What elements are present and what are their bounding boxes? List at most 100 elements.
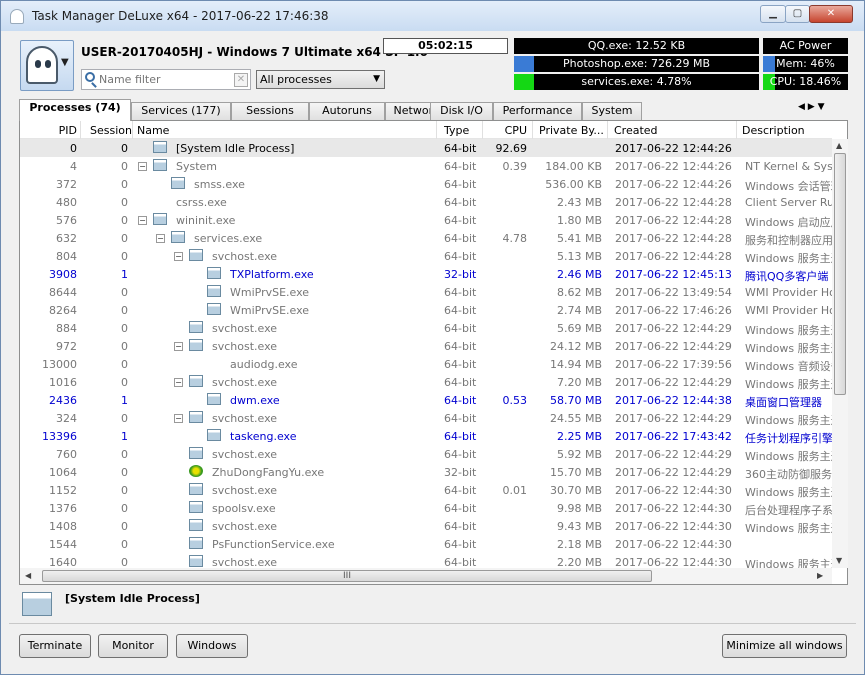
col-name[interactable]: Name (137, 124, 437, 137)
collapse-toggle[interactable]: − (174, 252, 183, 261)
meter-memory[interactable]: Mem: 46% (763, 56, 848, 72)
window-process-icon (189, 411, 203, 423)
name-filter-input[interactable] (99, 70, 234, 88)
maximize-button[interactable]: ▢ (785, 5, 810, 23)
pid-cell: 1376 (49, 502, 77, 515)
clear-filter-button[interactable]: ✕ (234, 73, 248, 87)
pid-cell: 1064 (49, 466, 77, 479)
ghost-menu-button[interactable]: ▼ (20, 40, 74, 91)
private-bytes-cell: 9.98 MB (556, 502, 602, 515)
cpu-cell: 4.78 (502, 232, 528, 245)
minimize-button[interactable]: ▁ (760, 5, 786, 23)
pid-cell: 1640 (49, 556, 77, 568)
scroll-up-icon[interactable]: ▲ (836, 141, 842, 150)
collapse-toggle[interactable]: − (174, 414, 183, 423)
process-row[interactable]: 632 0− services.exe 64-bit 4.78 5.41 MB 2017-0… (20, 229, 832, 247)
tab-disk-io[interactable]: Disk I/O (430, 102, 493, 120)
process-row[interactable]: 1376 0 spoolsv.exe 64-bit 9.98 MB 2017-06-22 … (20, 499, 832, 517)
collapse-toggle[interactable]: − (138, 162, 147, 171)
process-row[interactable]: 760 0 svchost.exe 64-bit 5.92 MB 2017-06-22 1… (20, 445, 832, 463)
collapse-toggle[interactable]: − (174, 342, 183, 351)
process-row[interactable]: 13000 0 audiodg.exe 64-bit 14.94 MB 2017-06-2… (20, 355, 832, 373)
col-created[interactable]: Created (614, 124, 724, 137)
scroll-left-icon[interactable]: ◀ (25, 571, 31, 580)
created-cell: 2017-06-22 12:44:29 (615, 340, 732, 353)
pid-cell: 480 (56, 196, 77, 209)
process-scope-select[interactable]: All processes ▼ (256, 70, 385, 89)
minimize-all-windows-button[interactable]: Minimize all windows (722, 634, 847, 658)
meter-cpu[interactable]: CPU: 18.46% (763, 74, 848, 90)
meter-ac-label: AC Power (779, 39, 832, 52)
horizontal-scroll-thumb[interactable]: III (42, 570, 652, 582)
pid-cell: 884 (56, 322, 77, 335)
vertical-scroll-thumb[interactable] (834, 153, 846, 395)
process-row[interactable]: 1408 0 svchost.exe 64-bit 9.43 MB 2017-06-22 … (20, 517, 832, 535)
created-cell: 2017-06-22 12:44:26 (615, 160, 732, 173)
meter-mem-fill (763, 56, 775, 72)
meter-photoshop[interactable]: Photoshop.exe: 726.29 MB (514, 56, 759, 72)
process-row[interactable]: 1064 0 ZhuDongFangYu.exe 32-bit 15.70 MB 2017… (20, 463, 832, 481)
collapse-toggle[interactable]: − (138, 216, 147, 225)
type-cell: 64-bit (444, 538, 477, 551)
tab-scroll-arrows[interactable]: ◀ ▶ ▼ (798, 102, 825, 112)
tab-system[interactable]: System (582, 102, 642, 120)
process-row[interactable]: 1152 0 svchost.exe 64-bit 0.01 30.70 MB 2017-0… (20, 481, 832, 499)
col-cpu[interactable]: CPU (482, 124, 527, 137)
private-bytes-cell: 14.94 MB (549, 358, 602, 371)
selected-process-name: [System Idle Process] (65, 592, 200, 605)
process-row[interactable]: 1016 0 − svchost.exe 64-bit 7.20 MB 2017-06-22… (20, 373, 832, 391)
private-bytes-cell: 30.70 MB (549, 484, 602, 497)
process-row[interactable]: 372 0 smss.exe 64-bit 536.00 KB 2017-06-22 12… (20, 175, 832, 193)
process-row[interactable]: 8264 0 WmiPrvSE.exe 64-bit 2.74 MB 2017-06-22… (20, 301, 832, 319)
created-cell: 2017-06-22 17:39:56 (615, 358, 732, 371)
created-cell: 2017-06-22 12:44:29 (615, 322, 732, 335)
collapse-toggle[interactable]: − (174, 378, 183, 387)
col-pid[interactable]: PID (20, 124, 77, 137)
title-bar[interactable]: Task Manager DeLuxe x64 - 2017-06-22 17:… (1, 1, 864, 31)
process-name-cell: taskeng.exe (230, 430, 297, 443)
tab-sessions[interactable]: Sessions (231, 102, 309, 120)
terminate-button[interactable]: Terminate (19, 634, 91, 658)
process-row[interactable]: 2436 1 dwm.exe 64-bit 0.53 58.70 MB 2017-06-22… (20, 391, 832, 409)
cpu-cell: 0.39 (502, 160, 528, 173)
ghost-icon (26, 46, 58, 84)
meter-services[interactable]: services.exe: 4.78% (514, 74, 759, 90)
tab-autoruns[interactable]: Autoruns (309, 102, 385, 120)
horizontal-scrollbar[interactable]: ◀ III ▶ (20, 568, 832, 584)
process-row[interactable]: 972 0 − svchost.exe 64-bit 24.12 MB 2017-06-22… (20, 337, 832, 355)
close-button[interactable]: ✕ (809, 5, 853, 23)
collapse-toggle[interactable]: − (156, 234, 165, 243)
process-row[interactable]: 1640 0 svchost.exe 64-bit 2.20 MB 2017-06-22 … (20, 553, 832, 568)
process-row[interactable]: 480 0 csrss.exe 64-bit 2.43 MB 2017-06-22 12:… (20, 193, 832, 211)
process-row[interactable]: 8644 0 WmiPrvSE.exe 64-bit 8.62 MB 2017-06-22… (20, 283, 832, 301)
col-session[interactable]: Session (90, 124, 135, 137)
created-cell: 2017-06-22 12:44:29 (615, 376, 732, 389)
meter-photoshop-fill (514, 56, 534, 72)
scroll-right-icon[interactable]: ▶ (817, 571, 823, 580)
created-cell: 2017-06-22 12:44:30 (615, 484, 732, 497)
meter-services-fill (514, 74, 534, 90)
process-row[interactable]: 804 0 − svchost.exe 64-bit 5.13 MB 2017-06-22 … (20, 247, 832, 265)
meter-ac-power[interactable]: AC Power (763, 38, 848, 54)
session-cell: 0 (121, 502, 128, 515)
process-grid[interactable]: PID Session Name Type CPU Private By... … (19, 120, 848, 585)
col-description[interactable]: Description (742, 124, 832, 137)
meter-qq[interactable]: QQ.exe: 12.52 KB (514, 38, 759, 54)
process-row[interactable]: 324 0 − svchost.exe 64-bit 24.55 MB 2017-06-22… (20, 409, 832, 427)
process-row[interactable]: 4 0− System 64-bit 0.39 184.00 KB 2017-06-22 1… (20, 157, 832, 175)
process-row[interactable]: 1544 0 PsFunctionService.exe 64-bit 2.18 MB 2… (20, 535, 832, 553)
process-row[interactable]: 13396 1 taskeng.exe 64-bit 2.25 MB 2017-06-22… (20, 427, 832, 445)
scroll-down-icon[interactable]: ▼ (836, 556, 842, 565)
process-row[interactable]: 884 0 svchost.exe 64-bit 5.69 MB 2017-06-22 1… (20, 319, 832, 337)
tab-performance[interactable]: Performance (493, 102, 582, 120)
process-row[interactable]: 576 0 − wininit.exe 64-bit 1.80 MB 2017-06-22 … (20, 211, 832, 229)
tab-processes[interactable]: Processes (74) (19, 99, 131, 121)
process-row[interactable]: 3908 1 TXPlatform.exe 32-bit 2.46 MB 2017-06-… (20, 265, 832, 283)
windows-button[interactable]: Windows (176, 634, 248, 658)
col-private-bytes[interactable]: Private By... (539, 124, 605, 137)
tab-services[interactable]: Services (177) (131, 102, 231, 120)
vertical-scrollbar[interactable]: ▲ ▼ (832, 139, 848, 568)
monitor-button[interactable]: Monitor (98, 634, 168, 658)
pid-cell: 13396 (42, 430, 77, 443)
process-row[interactable]: 0 0 [System Idle Process] 64-bit 92.69 2017-0… (20, 139, 832, 157)
